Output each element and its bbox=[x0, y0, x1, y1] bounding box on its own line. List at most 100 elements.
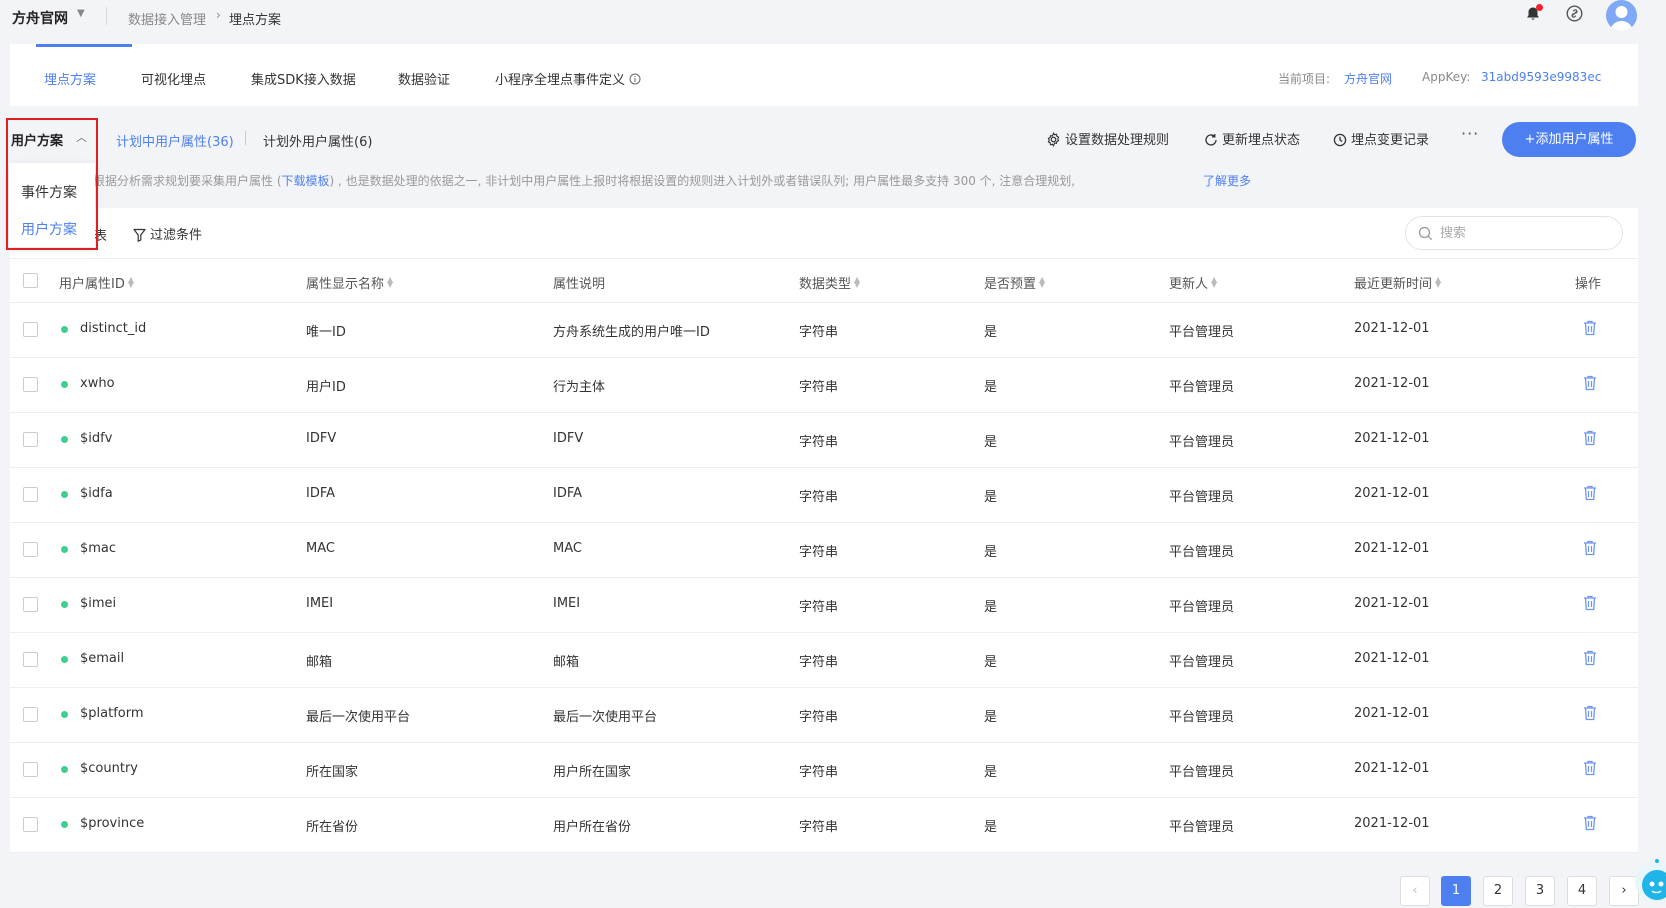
cell-data-type: 字符串 bbox=[799, 710, 839, 725]
tab-visual-tracking[interactable]: 可视化埋点 bbox=[141, 69, 206, 88]
status-dot bbox=[61, 436, 68, 443]
col-header-actions: 操作 bbox=[1575, 277, 1602, 292]
page-1-button[interactable]: 1 bbox=[1441, 876, 1471, 906]
trash-icon[interactable] bbox=[1583, 485, 1597, 501]
cell-display-name: 所在国家 bbox=[306, 765, 359, 780]
cell-data-type: 字符串 bbox=[799, 380, 839, 395]
row-checkbox[interactable] bbox=[23, 762, 38, 777]
assistant-mascot-icon[interactable] bbox=[1625, 845, 1666, 908]
search-input[interactable] bbox=[1440, 223, 1610, 243]
cell-property-id: $province bbox=[80, 816, 145, 831]
prev-page-button[interactable]: ‹ bbox=[1400, 876, 1430, 906]
sub-tab-unplanned[interactable]: 计划外用户属性(6) bbox=[263, 131, 372, 150]
tab-sdk-integration[interactable]: 集成SDK接入数据 bbox=[251, 69, 356, 88]
tab-data-verification[interactable]: 数据验证 bbox=[398, 69, 450, 88]
col-header-time[interactable]: 最近更新时间 ▲ ▼ bbox=[1354, 273, 1441, 293]
status-dot bbox=[61, 381, 68, 388]
breadcrumb-parent[interactable]: 数据接入管理 bbox=[128, 9, 206, 28]
filter-button[interactable]: 过滤条件 bbox=[133, 224, 202, 243]
col-header-name[interactable]: 属性显示名称 ▲ ▼ bbox=[306, 273, 393, 293]
cell-updater: 平台管理员 bbox=[1169, 820, 1235, 835]
row-checkbox[interactable] bbox=[23, 377, 38, 392]
data-rule-button[interactable]: 设置数据处理规则 bbox=[1046, 129, 1169, 148]
cell-description: 邮箱 bbox=[553, 655, 580, 670]
sort-icon[interactable]: ▲ ▼ bbox=[128, 276, 134, 289]
appkey-value[interactable]: 31abd9593e9983ec bbox=[1481, 70, 1601, 84]
notification-dot bbox=[1536, 4, 1543, 11]
col-header-id[interactable]: 用户属性ID ▲ ▼ bbox=[59, 273, 134, 293]
row-checkbox[interactable] bbox=[23, 707, 38, 722]
cell-preset: 是 bbox=[984, 325, 998, 340]
change-history-button[interactable]: 埋点变更记录 bbox=[1333, 129, 1429, 148]
project-brand[interactable]: 方舟官网 bbox=[12, 8, 68, 28]
cell-display-name: 唯一ID bbox=[306, 325, 346, 340]
status-dot bbox=[61, 601, 68, 608]
description-after: ) , 也是数据处理的依据之一, 非计划中用户属性上报时将根据设置的规则进入计划… bbox=[329, 174, 1076, 188]
trash-icon[interactable] bbox=[1583, 375, 1597, 391]
description-before: 根据分析需求规划要采集用户属性 ( bbox=[93, 174, 282, 188]
tab-miniprogram-events[interactable]: 小程序全埋点事件定义 bbox=[495, 69, 641, 88]
trash-icon[interactable] bbox=[1583, 815, 1597, 831]
cell-description: 方舟系统生成的用户唯一ID bbox=[553, 325, 710, 340]
trash-icon[interactable] bbox=[1583, 650, 1597, 666]
cell-updated-time: 2021-12-01 bbox=[1354, 651, 1430, 666]
row-checkbox[interactable] bbox=[23, 487, 38, 502]
row-checkbox[interactable] bbox=[23, 432, 38, 447]
current-project-value[interactable]: 方舟官网 bbox=[1344, 70, 1392, 87]
sort-icon[interactable]: ▲ ▼ bbox=[1039, 276, 1045, 289]
select-all-checkbox[interactable] bbox=[23, 273, 38, 288]
trash-icon[interactable] bbox=[1583, 595, 1597, 611]
search-box[interactable] bbox=[1405, 216, 1623, 250]
col-header-updater[interactable]: 更新人 ▲ ▼ bbox=[1169, 273, 1217, 293]
sort-icon[interactable]: ▲ ▼ bbox=[387, 276, 393, 289]
cell-updater: 平台管理员 bbox=[1169, 325, 1235, 340]
cell-property-id: $mac bbox=[80, 541, 117, 556]
divider bbox=[10, 687, 1638, 688]
row-checkbox[interactable] bbox=[23, 597, 38, 612]
row-checkbox[interactable] bbox=[23, 817, 38, 832]
tab-tracking-plan[interactable]: 埋点方案 bbox=[44, 69, 96, 88]
row-checkbox[interactable] bbox=[23, 652, 38, 667]
sort-icon[interactable]: ▲ ▼ bbox=[1211, 276, 1217, 289]
page-2-button[interactable]: 2 bbox=[1483, 876, 1513, 906]
cell-property-id: distinct_id bbox=[80, 321, 147, 336]
learn-more-link[interactable]: 了解更多 bbox=[1203, 172, 1251, 189]
tab-miniprogram-events-label: 小程序全埋点事件定义 bbox=[495, 73, 626, 88]
more-icon[interactable]: ··· bbox=[1461, 124, 1479, 143]
page-3-button[interactable]: 3 bbox=[1525, 876, 1555, 906]
page-4-button[interactable]: 4 bbox=[1567, 876, 1597, 906]
cell-data-type: 字符串 bbox=[799, 600, 839, 615]
sort-icon[interactable]: ▲ ▼ bbox=[1435, 276, 1441, 289]
download-template-link[interactable]: 下载模板 bbox=[282, 174, 330, 188]
trash-icon[interactable] bbox=[1583, 320, 1597, 336]
sub-tab-planned[interactable]: 计划中用户属性(36) bbox=[116, 131, 234, 150]
cell-display-name: MAC bbox=[306, 541, 335, 556]
add-user-property-button[interactable]: +添加用户属性 bbox=[1502, 122, 1636, 157]
trash-icon[interactable] bbox=[1583, 705, 1597, 721]
trash-icon[interactable] bbox=[1583, 430, 1597, 446]
row-checkbox[interactable] bbox=[23, 542, 38, 557]
sort-icon[interactable]: ▲ ▼ bbox=[854, 276, 860, 289]
cell-property-id: $imei bbox=[80, 596, 117, 611]
cell-description: 用户所在省份 bbox=[553, 820, 632, 835]
col-header-type[interactable]: 数据类型 ▲ ▼ bbox=[799, 273, 860, 293]
col-header-preset[interactable]: 是否预置 ▲ ▼ bbox=[984, 273, 1045, 293]
row-checkbox[interactable] bbox=[23, 322, 38, 337]
data-rule-label: 设置数据处理规则 bbox=[1065, 133, 1170, 148]
trash-icon[interactable] bbox=[1583, 760, 1597, 776]
divider bbox=[10, 258, 1638, 259]
refresh-status-button[interactable]: 更新埋点状态 bbox=[1204, 129, 1300, 148]
divider bbox=[106, 7, 107, 25]
status-dot bbox=[61, 766, 68, 773]
active-tab-indicator bbox=[36, 44, 132, 47]
cell-description: IDFA bbox=[553, 486, 583, 501]
caret-down-icon[interactable]: ▼ bbox=[77, 8, 85, 19]
trash-icon[interactable] bbox=[1583, 540, 1597, 556]
cell-property-id: $country bbox=[80, 761, 138, 776]
cell-description: MAC bbox=[553, 541, 582, 556]
avatar[interactable] bbox=[1606, 0, 1637, 31]
link-icon[interactable] bbox=[1566, 5, 1583, 22]
cell-preset: 是 bbox=[984, 655, 998, 670]
divider bbox=[10, 852, 1638, 853]
divider bbox=[10, 797, 1638, 798]
